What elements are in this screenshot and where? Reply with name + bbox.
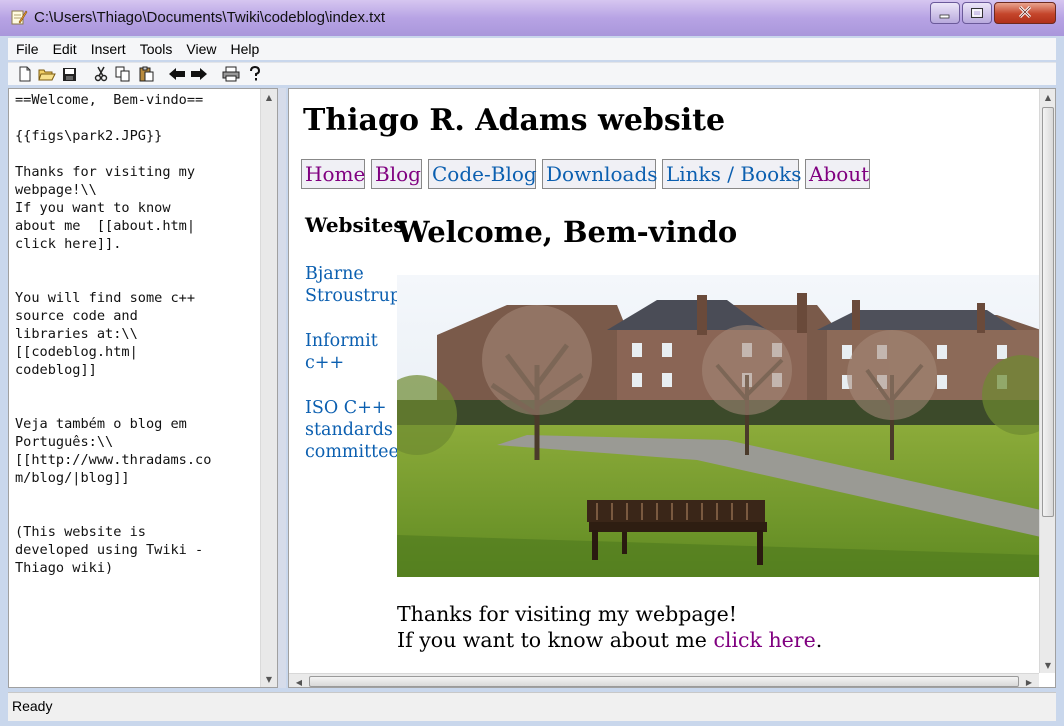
preview-horizontal-scrollbar[interactable]: ◀ ▶ [289,673,1039,687]
source-editor[interactable]: ==Welcome, Bem-vindo== {{figs\park2.JPG}… [8,88,278,688]
forward-arrow-icon[interactable] [190,66,208,82]
maximize-button[interactable] [962,2,992,24]
preview-scroll-down-icon[interactable]: ▼ [1040,657,1055,673]
editor-scrollbar[interactable]: ▲ ▼ [260,89,277,687]
notepad-pencil-icon [10,8,28,26]
welcome-line-1: Thanks for visiting my webpage! [397,602,738,626]
nav-code-blog[interactable]: Code-Blog [428,159,537,189]
minimize-button[interactable] [930,2,960,24]
editor-text[interactable]: ==Welcome, Bem-vindo== {{figs\park2.JPG}… [15,91,261,577]
paste-icon[interactable] [138,66,156,82]
nav-blog[interactable]: Blog [371,159,422,189]
preview-vertical-thumb[interactable] [1042,107,1054,517]
about-link[interactable]: click here [713,628,815,652]
preview-scroll-left-icon[interactable]: ◀ [291,674,307,687]
preview-horizontal-thumb[interactable] [309,676,1019,687]
preview-scroll-right-icon[interactable]: ▶ [1021,674,1037,687]
maximize-icon [970,4,984,23]
back-arrow-icon[interactable] [168,66,186,82]
page-heading: Welcome, Bem-vindo [397,215,738,249]
nav-links-books[interactable]: Links / Books [662,159,802,189]
preview-vertical-scrollbar[interactable]: ▲ ▼ [1039,89,1055,673]
menu-tools[interactable]: Tools [132,38,179,57]
window-title: C:\Users\Thiago\Documents\Twiki\codeblog… [34,9,385,26]
menu-edit[interactable]: Edit [45,38,83,57]
sidebar-link-iso-cpp[interactable]: ISO C++ standards committee [305,397,399,463]
close-button[interactable] [994,2,1056,24]
toolbar [8,62,1056,85]
sidebar-link-informit[interactable]: Informit c++ [305,330,378,374]
nav-home[interactable]: Home [301,159,365,189]
nav-downloads[interactable]: Downloads [542,159,658,189]
nav-about[interactable]: About [805,159,870,189]
new-file-icon[interactable] [16,66,34,82]
app-window: C:\Users\Thiago\Documents\Twiki\codeblog… [0,0,1064,726]
menu-view[interactable]: View [178,38,222,57]
status-bar: Ready [8,692,1056,721]
menu-bar: File Edit Insert Tools View Help [8,38,1056,60]
print-icon[interactable] [222,66,240,82]
menu-file[interactable]: File [8,38,45,57]
welcome-line-2: If you want to know about me click here. [397,627,822,653]
status-text: Ready [12,698,53,714]
park-photo [397,275,1041,577]
title-bar[interactable]: C:\Users\Thiago\Documents\Twiki\codeblog… [0,0,1064,36]
scroll-down-arrow-icon[interactable]: ▼ [261,671,277,687]
preview-scroll-up-icon[interactable]: ▲ [1040,89,1055,105]
scroll-up-arrow-icon[interactable]: ▲ [261,89,277,105]
save-icon[interactable] [60,66,78,82]
cut-icon[interactable] [92,66,110,82]
sidebar-link-stroustrup[interactable]: Bjarne Stroustrup [305,263,401,307]
welcome-text: Thanks for visiting my webpage! If you w… [397,601,822,653]
help-icon[interactable] [246,66,264,82]
minimize-icon [939,4,951,23]
site-title: Thiago R. Adams website [303,103,726,138]
html-preview: Thiago R. Adams website Home Blog Code-B… [288,88,1056,688]
welcome-line-2-suffix: . [815,628,823,652]
welcome-line-2-prefix: If you want to know about me [397,628,714,652]
menu-help[interactable]: Help [222,38,265,57]
menu-insert[interactable]: Insert [83,38,132,57]
copy-icon[interactable] [114,66,132,82]
sidebar-heading: Websites [305,213,405,237]
close-icon [1017,4,1033,23]
open-folder-icon[interactable] [38,66,56,82]
pane-splitter[interactable] [278,88,286,688]
